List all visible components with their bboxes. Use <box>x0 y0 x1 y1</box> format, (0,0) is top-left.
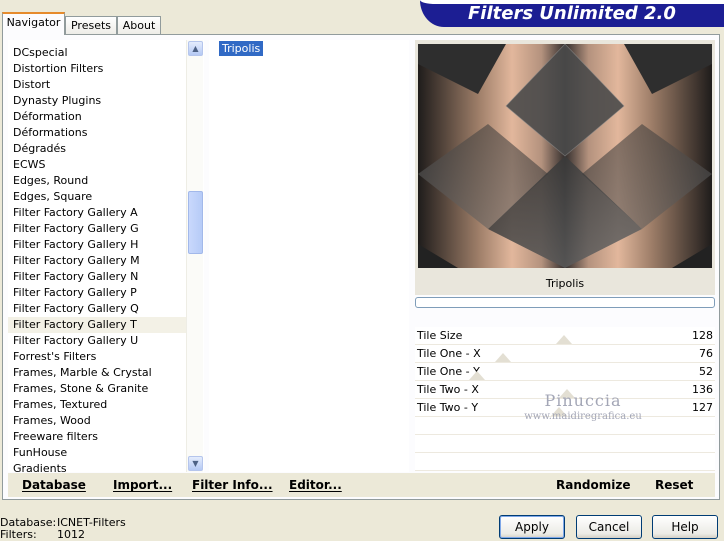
slider-marker[interactable] <box>495 353 511 362</box>
slider-marker[interactable] <box>469 371 485 380</box>
category-item[interactable]: Frames, Textured <box>8 397 186 413</box>
app-title: Filters Unlimited 2.0 <box>468 3 676 24</box>
category-item[interactable]: Filter Factory Gallery M <box>8 253 186 269</box>
param-value: 128 <box>692 329 713 342</box>
category-item[interactable]: Edges, Square <box>8 189 186 205</box>
category-list[interactable]: DCspecial Distortion Filters Distort Dynast… <box>8 40 204 475</box>
category-item[interactable]: Frames, Wood <box>8 413 186 429</box>
filter-item-tripolis[interactable]: Tripolis <box>219 41 264 56</box>
apply-button[interactable]: Apply <box>499 515 565 539</box>
param-value: 136 <box>692 383 713 396</box>
category-item[interactable]: Filter Factory Gallery U <box>8 333 186 349</box>
category-item[interactable]: Filter Factory Gallery P <box>8 285 186 301</box>
category-item[interactable]: DCspecial <box>8 45 186 61</box>
app-banner: Filters Unlimited 2.0 <box>420 0 724 27</box>
category-scrollbar[interactable]: ▲ ▼ <box>186 40 203 472</box>
database-link[interactable]: Database <box>22 478 86 492</box>
param-row-empty <box>415 417 715 435</box>
param-row-empty <box>415 453 715 471</box>
reset-link[interactable]: Reset <box>655 478 693 492</box>
help-button[interactable]: Help <box>652 515 718 539</box>
category-item[interactable]: Freeware filters <box>8 429 186 445</box>
category-item[interactable]: Frames, Stone & Granite <box>8 381 186 397</box>
category-item[interactable]: Dégradés <box>8 141 186 157</box>
navigator-panel: DCspecial Distortion Filters Distort Dynast… <box>2 34 720 500</box>
param-value: 76 <box>699 347 713 360</box>
param-row-tile-two-x[interactable]: Tile Two - X 136 <box>415 381 715 399</box>
category-item[interactable]: Filter Factory Gallery N <box>8 269 186 285</box>
scroll-up-icon[interactable]: ▲ <box>188 41 203 56</box>
category-item[interactable]: FunHouse <box>8 445 186 461</box>
param-value: 127 <box>692 401 713 414</box>
category-item[interactable]: Filter Factory Gallery G <box>8 221 186 237</box>
category-item[interactable]: Filter Factory Gallery Q <box>8 301 186 317</box>
cancel-button[interactable]: Cancel <box>576 515 642 539</box>
category-item[interactable]: Filter Factory Gallery H <box>8 237 186 253</box>
category-item[interactable]: Frames, Marble & Crystal <box>8 365 186 381</box>
param-value: 52 <box>699 365 713 378</box>
filters-label: Filters: <box>0 528 37 541</box>
param-row-tile-size[interactable]: Tile Size 128 <box>415 327 715 345</box>
category-item[interactable]: Filter Factory Gallery T <box>8 317 186 333</box>
randomize-link[interactable]: Randomize <box>556 478 630 492</box>
category-item[interactable]: Filter Factory Gallery A <box>8 205 186 221</box>
filter-list[interactable]: Tripolis <box>209 40 409 472</box>
scroll-down-icon[interactable]: ▼ <box>188 456 203 471</box>
param-row-tile-two-y[interactable]: Tile Two - Y 127 <box>415 399 715 417</box>
category-item[interactable]: Distort <box>8 77 186 93</box>
param-row-tile-one-x[interactable]: Tile One - X 76 <box>415 345 715 363</box>
preview-image[interactable] <box>418 44 712 268</box>
slider-marker[interactable] <box>559 389 575 398</box>
category-item[interactable]: Forrest's Filters <box>8 349 186 365</box>
render-progress-bar <box>415 297 715 308</box>
slider-marker[interactable] <box>556 335 572 344</box>
preview-frame <box>415 40 715 273</box>
filter-name-label: Tripolis <box>415 273 715 295</box>
filter-info-link[interactable]: Filter Info... <box>192 478 273 492</box>
import-link[interactable]: Import... <box>113 478 172 492</box>
editor-link[interactable]: Editor... <box>289 478 342 492</box>
category-item[interactable]: Edges, Round <box>8 173 186 189</box>
preview-tile-pattern <box>418 44 712 268</box>
category-item[interactable]: Distortion Filters <box>8 61 186 77</box>
category-item[interactable]: ECWS <box>8 157 186 173</box>
param-label: Tile Two - Y <box>417 401 479 414</box>
category-item[interactable]: Déformations <box>8 125 186 141</box>
filters-count: 1012 <box>57 528 85 541</box>
scrollbar-thumb[interactable] <box>188 191 203 254</box>
param-label: Tile Two - X <box>417 383 479 396</box>
tab-navigator[interactable]: Navigator <box>2 12 65 35</box>
param-row-empty <box>415 435 715 453</box>
category-item[interactable]: Dynasty Plugins <box>8 93 186 109</box>
tab-about[interactable]: About <box>117 16 161 35</box>
param-label: Tile One - X <box>417 347 481 360</box>
parameter-sliders: Tile Size 128 Tile One - X 76 Tile One -… <box>415 327 715 471</box>
tab-presets[interactable]: Presets <box>65 16 117 35</box>
action-link-bar: Database Import... Filter Info... Editor… <box>8 473 715 497</box>
slider-marker[interactable] <box>551 407 567 416</box>
param-label: Tile Size <box>417 329 463 342</box>
param-row-tile-one-y[interactable]: Tile One - Y 52 <box>415 363 715 381</box>
category-item[interactable]: Déformation <box>8 109 186 125</box>
